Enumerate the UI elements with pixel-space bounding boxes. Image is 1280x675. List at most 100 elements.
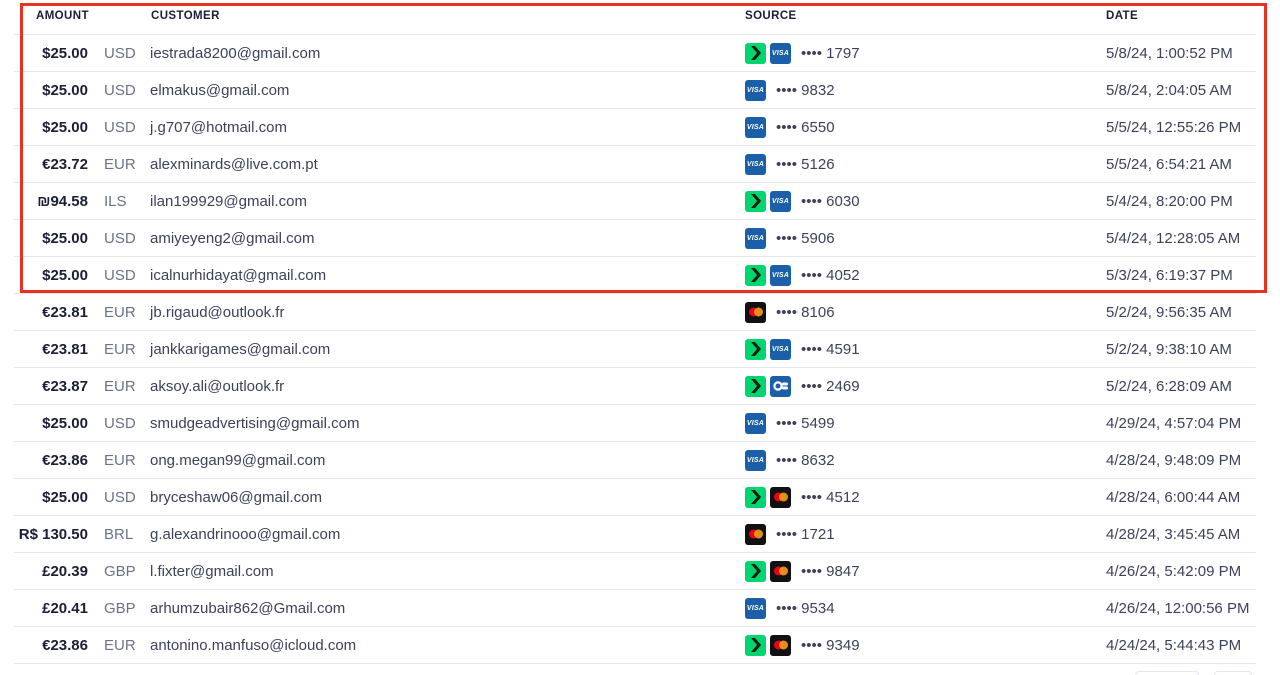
column-header-customer[interactable]: CUSTOMER [151,10,220,22]
customer-email[interactable]: amiyeyeng2@gmail.com [150,230,314,247]
table-row[interactable]: R$ 130.50 BRL g.alexandrinooo@gmail.com •••… [14,516,1256,553]
customer-email[interactable]: iestrada8200@gmail.com [150,45,320,62]
visa-card-icon: VISA [745,597,766,619]
customer-email[interactable]: aksoy.ali@outlook.fr [150,378,284,395]
currency-cell: GBP [104,563,136,580]
table-row[interactable]: $25.00 USD iestrada8200@gmail.com VISA •••• … [14,35,1256,72]
date-cell: 4/26/24, 5:42:09 PM [1106,563,1242,580]
link-pay-icon [745,190,766,212]
table-row[interactable]: €23.81 EUR jb.rigaud@outlook.fr •••• 8106 5/… [14,294,1256,331]
date-cell: 5/4/24, 12:28:05 AM [1106,230,1241,247]
table-row[interactable]: $25.00 USD j.g707@hotmail.com VISA •••• 6550… [14,109,1256,146]
link-pay-icon [745,560,766,582]
table-row[interactable]: $25.00 USD icalnurhidayat@gmail.com VISA •••… [14,257,1256,294]
currency-cell: USD [104,415,136,432]
table-row[interactable]: €23.81 EUR jankkarigames@gmail.com VISA ••••… [14,331,1256,368]
card-last4: •••• 6030 [801,192,860,210]
card-last4: •••• 1797 [801,44,860,62]
table-row[interactable]: €23.87 EUR aksoy.ali@outlook.fr •••• 2469 5/… [14,368,1256,405]
date-cell: 4/28/24, 3:45:45 AM [1106,526,1241,543]
amount-cell: $25.00 [42,267,88,284]
currency-cell: EUR [104,304,136,321]
currency-cell: EUR [104,341,136,358]
pagination-previous-button[interactable] [1135,671,1199,675]
column-header-date[interactable]: DATE [1106,10,1138,22]
payment-source: VISA •••• 8632 [745,449,835,471]
payment-source: •••• 8106 [745,301,835,323]
card-last4: •••• 8632 [776,451,835,469]
amount-cell: €23.81 [42,304,88,321]
date-cell: 5/4/24, 8:20:00 PM [1106,193,1233,210]
card-last4: •••• 5499 [776,414,835,432]
table-row[interactable]: $25.00 USD elmakus@gmail.com VISA •••• 9832 5… [14,72,1256,109]
link-pay-icon [745,375,766,397]
date-cell: 5/2/24, 9:38:10 AM [1106,341,1232,358]
amount-cell: €23.87 [42,378,88,395]
card-last4: •••• 8106 [776,303,835,321]
currency-cell: EUR [104,156,136,173]
table-row[interactable]: €23.72 EUR alexminards@live.com.pt VISA ••••… [14,146,1256,183]
card-last4: •••• 4512 [801,488,860,506]
currency-cell: USD [104,230,136,247]
customer-email[interactable]: icalnurhidayat@gmail.com [150,267,326,284]
pagination-next-button[interactable] [1214,671,1252,675]
visa-card-icon: VISA [745,79,766,101]
amount-cell: €23.86 [42,452,88,469]
table-row[interactable]: £20.41 GBP arhumzubair862@Gmail.com VISA •••… [14,590,1256,627]
customer-email[interactable]: l.fixter@gmail.com [150,563,274,580]
date-cell: 4/28/24, 9:48:09 PM [1106,452,1242,469]
customer-email[interactable]: alexminards@live.com.pt [150,156,318,173]
currency-cell: USD [104,45,136,62]
payment-source: •••• 9847 [745,560,860,582]
cartes-bancaires-icon [770,375,791,397]
table-row[interactable]: ₪94.58 ILS ilan199929@gmail.com VISA •••• 60… [14,183,1256,220]
currency-cell: EUR [104,637,136,654]
card-last4: •••• 4052 [801,266,860,284]
customer-email[interactable]: antonino.manfuso@icloud.com [150,637,356,654]
currency-cell: USD [104,267,136,284]
mastercard-icon [770,634,791,656]
payment-source: VISA •••• 4591 [745,338,860,360]
column-header-amount[interactable]: AMOUNT [36,10,89,22]
customer-email[interactable]: g.alexandrinooo@gmail.com [150,526,340,543]
table-row[interactable]: €23.86 EUR ong.megan99@gmail.com VISA •••• 8… [14,442,1256,479]
visa-card-icon: VISA [745,116,766,138]
link-pay-icon [745,486,766,508]
customer-email[interactable]: jb.rigaud@outlook.fr [150,304,284,321]
customer-email[interactable]: bryceshaw06@gmail.com [150,489,322,506]
table-row[interactable]: €23.86 EUR antonino.manfuso@icloud.com ••••… [14,627,1256,664]
payment-source: •••• 1721 [745,523,835,545]
customer-email[interactable]: ong.megan99@gmail.com [150,452,325,469]
amount-cell: $25.00 [42,415,88,432]
mastercard-icon [770,486,791,508]
table-row[interactable]: £20.39 GBP l.fixter@gmail.com •••• 9847 4/26… [14,553,1256,590]
payment-source: VISA •••• 9534 [745,597,835,619]
currency-cell: USD [104,119,136,136]
table-row[interactable]: $25.00 USD amiyeyeng2@gmail.com VISA •••• 59… [14,220,1256,257]
payment-source: VISA •••• 6030 [745,190,860,212]
card-last4: •••• 6550 [776,118,835,136]
customer-email[interactable]: j.g707@hotmail.com [150,119,287,136]
customer-email[interactable]: ilan199929@gmail.com [150,193,307,210]
table-row[interactable]: $25.00 USD smudgeadvertising@gmail.com VISA… [14,405,1256,442]
table-body: $25.00 USD iestrada8200@gmail.com VISA •••• … [14,35,1256,664]
card-last4: •••• 9349 [801,636,860,654]
customer-email[interactable]: smudgeadvertising@gmail.com [150,415,359,432]
payment-source: VISA •••• 9832 [745,79,835,101]
amount-cell: $25.00 [42,230,88,247]
customer-email[interactable]: jankkarigames@gmail.com [150,341,330,358]
amount-cell: €23.86 [42,637,88,654]
link-pay-icon [745,634,766,656]
date-cell: 4/26/24, 12:00:56 PM [1106,600,1250,617]
column-header-source[interactable]: SOURCE [745,10,797,22]
customer-email[interactable]: arhumzubair862@Gmail.com [150,600,345,617]
currency-cell: EUR [104,452,136,469]
customer-email[interactable]: elmakus@gmail.com [150,82,289,99]
currency-cell: GBP [104,600,136,617]
payment-source: •••• 2469 [745,375,860,397]
card-last4: •••• 5906 [776,229,835,247]
card-last4: •••• 5126 [776,155,835,173]
table-row[interactable]: $25.00 USD bryceshaw06@gmail.com •••• 4512 4… [14,479,1256,516]
link-pay-icon [745,264,766,286]
amount-cell: R$ 130.50 [18,526,88,543]
